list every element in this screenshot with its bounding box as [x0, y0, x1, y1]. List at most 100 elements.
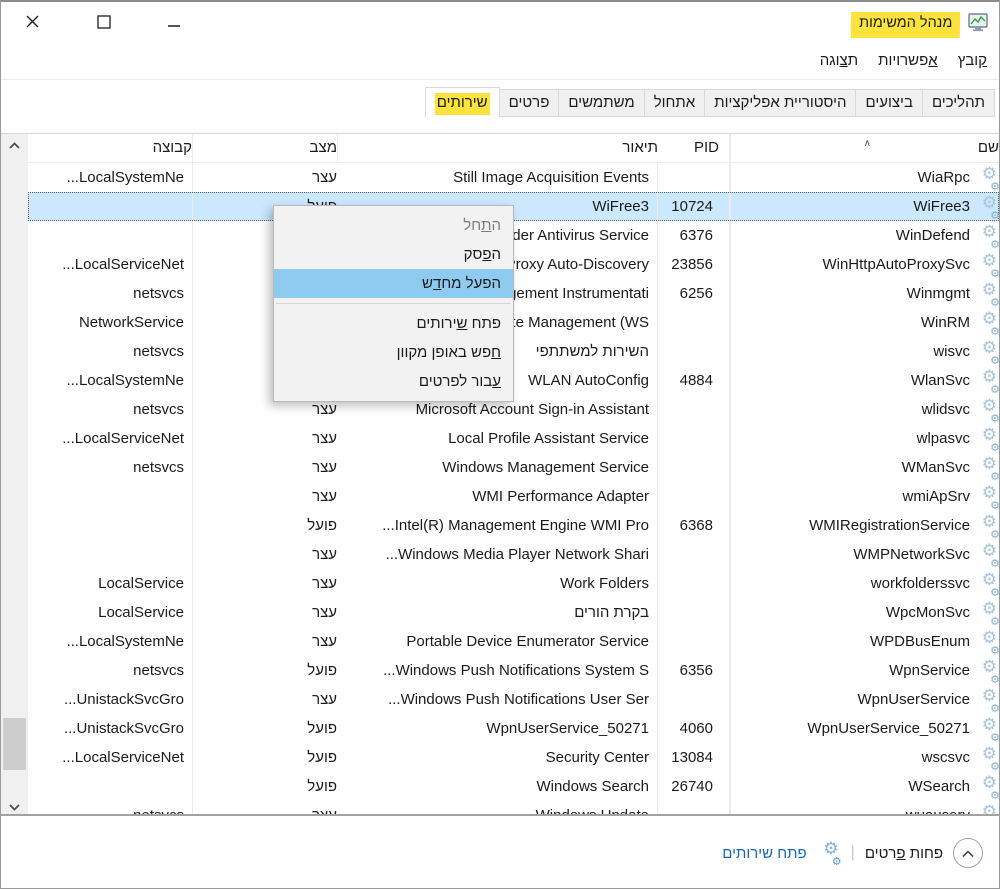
open-services-link[interactable]: פתח שירותים [722, 845, 806, 862]
service-description: בקרת הורים [337, 598, 658, 627]
tab-performance[interactable]: ביצועים [855, 89, 922, 117]
service-name: WinHttpAutoProxySvc [822, 250, 970, 279]
menu-item-go-to-details[interactable]: עבור לפרטים [274, 367, 513, 396]
service-name-cell: ⚙⚙WSearch [730, 772, 999, 801]
tab-details[interactable]: פרטים [499, 89, 560, 117]
menu-item-start[interactable]: התחל [274, 211, 513, 240]
service-name-cell: ⚙⚙WinRM [730, 308, 999, 337]
service-row-WMPNetworkSvc[interactable]: ⚙⚙WMPNetworkSvc...Windows Media Player N… [28, 540, 999, 569]
service-pid: 6356 [658, 656, 730, 685]
service-description: Security Center [337, 743, 658, 772]
service-name: wisvc [933, 337, 970, 366]
service-row-wscsvc[interactable]: ⚙⚙wscsvc13084Security Centerפועל...Local… [28, 743, 999, 772]
service-name: wlidsvc [922, 395, 970, 424]
column-header-group[interactable]: קבוצה [28, 134, 192, 162]
service-pid [658, 163, 730, 192]
scrollbar-thumb[interactable] [3, 718, 26, 770]
menubar-item-file[interactable]: קובץ [958, 52, 987, 69]
services-gears-icon: ⚙⚙ [975, 572, 999, 596]
menu-item-open-services[interactable]: פתח שירותים [274, 309, 513, 338]
service-row-WPDBusEnum[interactable]: ⚙⚙WPDBusEnumPortable Device Enumerator S… [28, 627, 999, 656]
services-gears-icon: ⚙⚙ [975, 195, 999, 219]
service-pid: 6368 [658, 511, 730, 540]
service-description: WMI Performance Adapter [337, 482, 658, 511]
scroll-up-button[interactable] [1, 136, 28, 154]
service-pid: 6256 [658, 279, 730, 308]
service-pid [658, 395, 730, 424]
service-row-WpnService[interactable]: ⚙⚙WpnService6356...Windows Push Notifica… [28, 656, 999, 685]
service-name-cell: ⚙⚙WPDBusEnum [730, 627, 999, 656]
service-group: ...LocalServiceNet [28, 250, 192, 279]
service-row-WpnUserService[interactable]: ⚙⚙WpnUserService...Windows Push Notifica… [28, 685, 999, 714]
menu-item-stop[interactable]: הפסק [274, 240, 513, 269]
service-status: עצר [192, 598, 337, 627]
menubar-divider [1, 79, 999, 80]
tab-processes[interactable]: תהליכים [922, 89, 995, 117]
service-name-cell: ⚙⚙WpcMonSvc [730, 598, 999, 627]
service-name-cell: ⚙⚙wlidsvc [730, 395, 999, 424]
services-gears-icon: ⚙⚙ [975, 717, 999, 741]
tab-app-history[interactable]: היסטוריית אפליקציות [704, 89, 856, 117]
service-description: Still Image Acquisition Events [337, 163, 658, 192]
service-group: netsvcs [28, 337, 192, 366]
services-gears-icon: ⚙⚙ [975, 543, 999, 567]
services-gears-icon: ⚙⚙ [975, 166, 999, 190]
services-gears-icon: ⚙⚙ [975, 427, 999, 451]
services-gears-icon: ⚙⚙ [975, 311, 999, 335]
service-status: פועל [192, 714, 337, 743]
footer-bar: פחות פרטים | ⚙⚙ פתח שירותים [1, 814, 999, 888]
service-pid [658, 627, 730, 656]
minimize-button[interactable] [161, 12, 187, 36]
column-header-name[interactable]: שם∧ [730, 134, 999, 162]
service-name-cell: ⚙⚙wmiApSrv [730, 482, 999, 511]
service-row-wmiApSrv[interactable]: ⚙⚙wmiApSrvWMI Performance Adapterעצר [28, 482, 999, 511]
service-name: WiaRpc [917, 163, 970, 192]
column-header-pid[interactable]: PID [658, 134, 730, 162]
service-row-WSearch[interactable]: ⚙⚙WSearch26740Windows Searchפועל [28, 772, 999, 801]
service-name: WpnService [889, 656, 970, 685]
service-name: WSearch [908, 772, 970, 801]
service-description: Windows Search [337, 772, 658, 801]
context-menu-separator [276, 303, 511, 304]
service-row-WManSvc[interactable]: ⚙⚙WManSvcWindows Management Serviceעצרne… [28, 453, 999, 482]
service-row-WiaRpc[interactable]: ⚙⚙WiaRpcStill Image Acquisition Eventsעצ… [28, 163, 999, 192]
service-row-WpnUserService_50271[interactable]: ⚙⚙WpnUserService_502714060WpnUserService… [28, 714, 999, 743]
service-name: wmiApSrv [902, 482, 970, 511]
menu-item-restart[interactable]: הפעל מחדש [274, 269, 513, 298]
menubar-item-view[interactable]: תצוגה [820, 52, 858, 69]
service-row-WMIRegistrationService[interactable]: ⚙⚙WMIRegistrationService6368...Intel(R) … [28, 511, 999, 540]
service-group: netsvcs [28, 279, 192, 308]
service-status: עצר [192, 569, 337, 598]
services-gears-icon: ⚙⚙ [975, 485, 999, 509]
service-pid: 13084 [658, 743, 730, 772]
service-status: פועל [192, 656, 337, 685]
tab-startup[interactable]: אתחול [644, 89, 706, 117]
service-group: NetworkService [28, 308, 192, 337]
menu-item-search-online[interactable]: חפש באופן מקוון [274, 338, 513, 367]
services-gears-icon: ⚙⚙ [975, 630, 999, 654]
service-row-wlpasvc[interactable]: ⚙⚙wlpasvc Local Profile Assistant Service… [28, 424, 999, 453]
maximize-button[interactable] [91, 12, 117, 36]
tab-services[interactable]: שירותים [425, 87, 500, 118]
tab-users[interactable]: משתמשים [558, 89, 644, 117]
fewer-details-label[interactable]: פחות פרטים [865, 845, 943, 862]
service-description: Local Profile Assistant Service [337, 424, 658, 453]
service-name: wlpasvc [917, 424, 970, 453]
service-group: ...LocalServiceNet [28, 424, 192, 453]
column-header-status[interactable]: מצב [192, 134, 337, 162]
service-name: WManSvc [902, 453, 970, 482]
service-name: Winmgmt [907, 279, 970, 308]
service-name-cell: ⚙⚙WpnUserService [730, 685, 999, 714]
service-row-workfolderssvc[interactable]: ⚙⚙workfolderssvcWork FoldersעצרLocalServ… [28, 569, 999, 598]
service-row-WpcMonSvc[interactable]: ⚙⚙WpcMonSvcבקרת הוריםעצרLocalService [28, 598, 999, 627]
service-group [28, 221, 192, 250]
close-button[interactable] [19, 12, 45, 36]
window-title: מנהל המשימות [859, 15, 953, 31]
vertical-scrollbar[interactable] [1, 134, 28, 818]
menubar-item-options[interactable]: אפשרויות [878, 52, 938, 69]
service-group: netsvcs [28, 656, 192, 685]
service-group [28, 511, 192, 540]
service-group: ...LocalSystemNe [28, 163, 192, 192]
fewer-details-button[interactable] [953, 838, 983, 868]
column-header-desc[interactable]: תיאור [337, 134, 658, 162]
